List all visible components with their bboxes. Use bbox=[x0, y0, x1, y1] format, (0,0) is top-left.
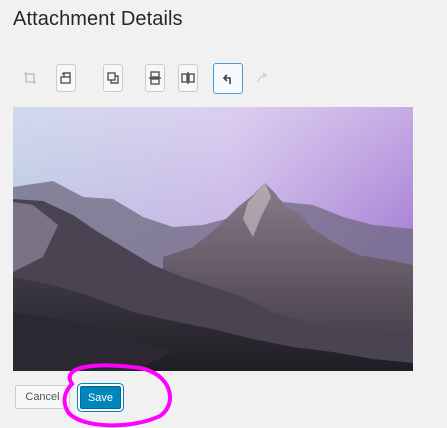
mountain-landscape-image bbox=[13, 107, 413, 371]
rotate-left-icon bbox=[60, 72, 71, 84]
redo-icon bbox=[257, 72, 268, 83]
redo-button[interactable] bbox=[252, 64, 272, 92]
page-title: Attachment Details bbox=[13, 8, 183, 30]
cancel-button[interactable]: Cancel bbox=[15, 385, 70, 409]
undo-icon bbox=[222, 73, 231, 84]
flip-horizontal-icon bbox=[181, 72, 195, 84]
flip-horizontal-button[interactable] bbox=[178, 64, 198, 92]
flip-vertical-icon bbox=[149, 71, 161, 85]
undo-button[interactable] bbox=[213, 63, 243, 94]
flip-vertical-button[interactable] bbox=[145, 64, 165, 92]
crop-button[interactable] bbox=[20, 64, 40, 92]
crop-icon bbox=[24, 72, 36, 84]
rotate-right-button[interactable] bbox=[103, 64, 123, 92]
rotate-right-icon bbox=[107, 72, 119, 84]
image-preview[interactable] bbox=[13, 107, 413, 371]
save-button[interactable]: Save bbox=[80, 386, 121, 409]
rotate-left-button[interactable] bbox=[56, 64, 76, 92]
